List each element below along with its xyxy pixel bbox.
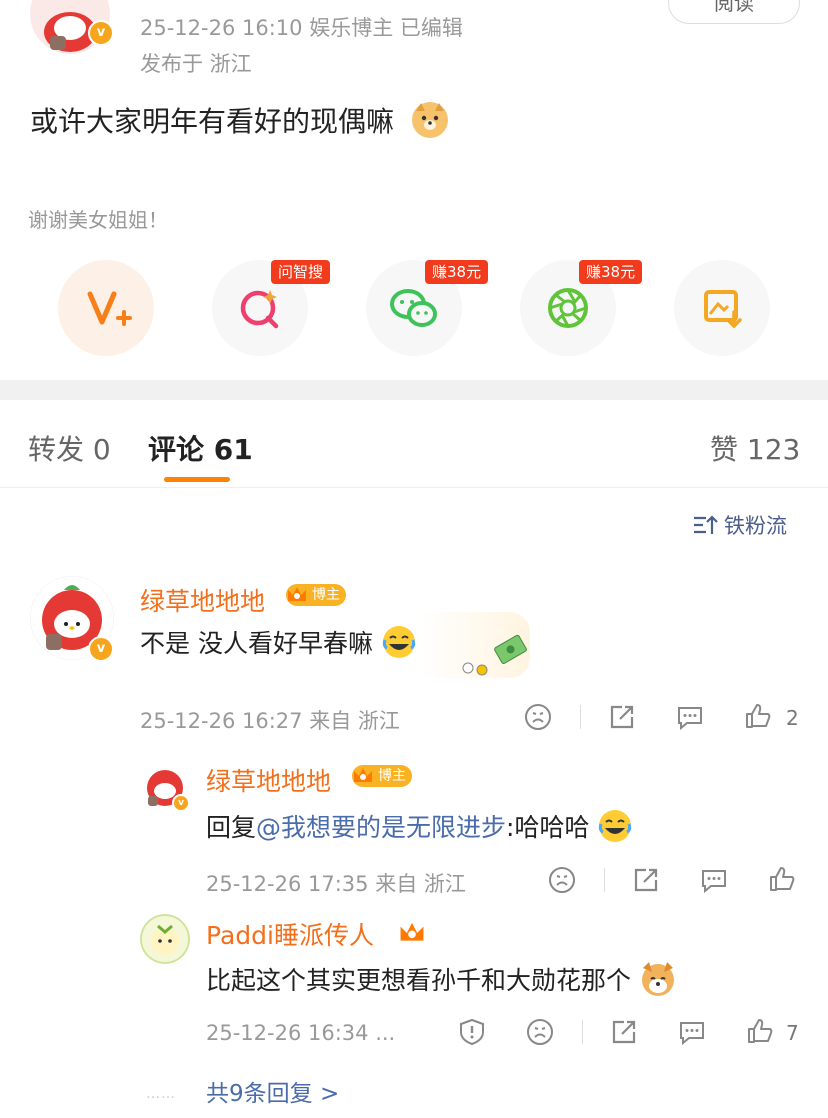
crown-icon xyxy=(288,587,306,601)
sort-label: 铁粉流 xyxy=(724,514,787,538)
separator xyxy=(604,868,605,892)
sort-icon xyxy=(694,515,718,534)
reply-avatar[interactable] xyxy=(140,914,190,964)
tab-repost[interactable]: 转发 0 xyxy=(28,428,111,468)
comment-text-content: 不是 没人看好早春嘛 xyxy=(140,629,373,658)
moments-earn-tag: 赚38元 xyxy=(579,260,643,284)
reply-text-content: :哈哈哈 xyxy=(506,813,590,842)
like-icon[interactable] xyxy=(768,865,796,893)
report-icon[interactable] xyxy=(458,1018,486,1046)
like-icon[interactable] xyxy=(746,1017,774,1045)
wechat-earn-tag: 赚38元 xyxy=(425,260,489,284)
v-plus-button[interactable] xyxy=(58,260,154,356)
section-divider xyxy=(0,380,828,400)
more-replies-link[interactable]: 共9条回复 > xyxy=(206,1074,339,1108)
money-icon xyxy=(462,634,527,676)
share-icon[interactable] xyxy=(632,866,660,894)
share-icon[interactable] xyxy=(610,1018,638,1046)
reply-icon[interactable] xyxy=(678,1018,706,1046)
verified-badge: v xyxy=(88,20,114,46)
post-text: 或许大家明年有看好的现偶嘛 xyxy=(30,100,449,146)
reply-icon[interactable] xyxy=(676,703,704,731)
more-replies-dots: …… xyxy=(146,1086,176,1102)
comment-meta: 25-12-26 16:27 来自 浙江 xyxy=(140,709,400,733)
laugh-cry-emoji-icon xyxy=(597,808,633,850)
like-count: 2 xyxy=(786,706,799,730)
reply-meta: 25-12-26 17:35 来自 浙江 xyxy=(206,872,466,896)
blogger-badge: 博主 xyxy=(286,584,346,606)
save-image-icon xyxy=(704,290,742,329)
thanks-text: 谢谢美女姐姐！ xyxy=(28,208,168,232)
dislike-icon[interactable] xyxy=(548,866,576,894)
blogger-badge: 博主 xyxy=(352,765,412,787)
reply-author[interactable]: Paddi睡派传人 xyxy=(206,916,374,952)
post-text-content: 或许大家明年有看好的现偶嘛 xyxy=(30,105,395,138)
crown-icon xyxy=(400,922,424,941)
dog-emoji-icon xyxy=(639,960,677,1004)
reply-prefix: 回复 xyxy=(206,813,257,842)
follow-button[interactable]: 阅读 xyxy=(668,0,800,24)
reply-text: 比起这个其实更想看孙千和大勋花那个 xyxy=(206,960,677,1004)
post-location: 发布于 浙江 xyxy=(140,52,252,76)
dislike-icon[interactable] xyxy=(526,1018,554,1046)
separator xyxy=(582,1020,583,1044)
dislike-icon[interactable] xyxy=(524,703,552,731)
sort-button[interactable]: 铁粉流 xyxy=(692,510,787,540)
post-meta: 25-12-26 16:10 娱乐博主 已编辑 xyxy=(140,16,463,40)
tab-active-indicator xyxy=(164,477,230,482)
reward-sticker xyxy=(420,612,530,678)
reply-text-content: 比起这个其实更想看孙千和大勋花那个 xyxy=(206,966,632,995)
tab-likes[interactable]: 赞 123 xyxy=(710,428,800,468)
separator xyxy=(580,705,581,729)
tab-comments[interactable]: 评论 61 xyxy=(148,428,253,468)
reply-meta: 25-12-26 16:34 ... xyxy=(206,1021,396,1045)
crown-icon xyxy=(354,768,372,782)
reply-text: 回复@我想要的是无限进步:哈哈哈 xyxy=(206,808,633,850)
zhisou-tag: 问智搜 xyxy=(271,260,331,284)
comment-author[interactable]: 绿草地地地 xyxy=(140,582,265,618)
laugh-cry-emoji-icon xyxy=(381,624,417,666)
share-icon[interactable] xyxy=(608,703,636,731)
reply-author[interactable]: 绿草地地地 xyxy=(206,762,331,798)
verified-badge: v xyxy=(88,636,114,662)
save-image-button[interactable] xyxy=(674,260,770,356)
mention-link[interactable]: @我想要的是无限进步 xyxy=(256,813,506,842)
comment-text: 不是 没人看好早春嘛 xyxy=(140,624,417,666)
like-icon[interactable] xyxy=(744,702,772,730)
tabs-divider xyxy=(0,487,828,488)
reply-icon[interactable] xyxy=(700,866,728,894)
like-count: 7 xyxy=(786,1021,799,1045)
v-plus-icon xyxy=(87,291,132,326)
doge-emoji-icon xyxy=(411,101,449,146)
verified-badge: v xyxy=(172,794,190,812)
